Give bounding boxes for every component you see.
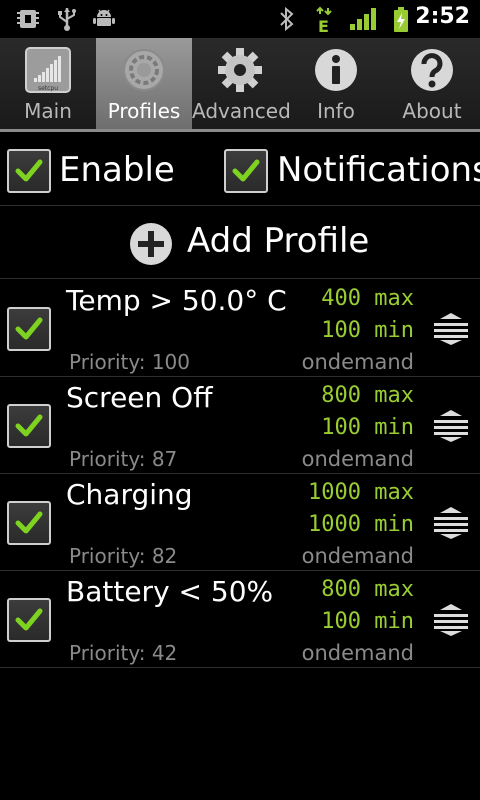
profile-checkbox[interactable] bbox=[7, 307, 51, 351]
profile-min-freq: 100 min bbox=[321, 318, 414, 343]
battery-charging-icon bbox=[394, 7, 408, 32]
check-icon bbox=[15, 159, 43, 182]
profile-priority: Priority: 100 bbox=[69, 350, 190, 374]
profile-row[interactable]: Battery < 50% Priority: 42 800 max 100 m… bbox=[0, 571, 480, 668]
tab-info[interactable]: Info bbox=[288, 38, 384, 129]
signal-icon bbox=[350, 8, 376, 30]
profile-priority: Priority: 82 bbox=[69, 544, 178, 568]
profile-governor: ondemand bbox=[301, 544, 414, 568]
notifications-checkbox[interactable] bbox=[224, 149, 268, 193]
tab-about[interactable]: About bbox=[384, 38, 480, 129]
tab-label: Profiles bbox=[107, 99, 181, 123]
gear-icon bbox=[218, 48, 262, 92]
profile-min-freq: 1000 min bbox=[308, 512, 414, 537]
profile-name: Battery < 50% bbox=[66, 575, 274, 608]
info-icon bbox=[315, 49, 357, 91]
drag-handle-icon[interactable] bbox=[432, 506, 470, 540]
check-icon bbox=[15, 608, 43, 631]
setcpu-app-icon: setcpu bbox=[25, 47, 71, 93]
profile-governor: ondemand bbox=[301, 447, 414, 471]
question-icon bbox=[411, 49, 453, 91]
profile-min-freq: 100 min bbox=[321, 609, 414, 634]
profile-governor: ondemand bbox=[301, 641, 414, 665]
android-debug-icon bbox=[93, 9, 115, 26]
tab-profiles[interactable]: Profiles bbox=[96, 38, 192, 129]
edge-data-icon: E bbox=[316, 6, 332, 34]
tab-label: Info bbox=[317, 99, 355, 123]
plus-circle-icon bbox=[130, 223, 172, 265]
profile-max-freq: 400 max bbox=[321, 286, 414, 311]
check-icon bbox=[15, 511, 43, 534]
profile-checkbox[interactable] bbox=[7, 501, 51, 545]
drag-handle-icon[interactable] bbox=[432, 312, 470, 346]
add-profile-label: Add Profile bbox=[187, 221, 370, 261]
tab-label: About bbox=[402, 99, 462, 123]
tab-label: Advanced bbox=[192, 99, 291, 123]
profile-name: Temp > 50.0° C bbox=[66, 284, 287, 317]
tab-advanced[interactable]: Advanced bbox=[192, 38, 291, 129]
svg-text:E: E bbox=[318, 17, 329, 34]
check-icon bbox=[232, 159, 260, 182]
check-icon bbox=[15, 317, 43, 340]
usb-icon bbox=[58, 8, 76, 31]
enable-checkbox[interactable] bbox=[7, 149, 51, 193]
tab-bar: setcpu Main Profiles Advanced Info About bbox=[0, 38, 480, 132]
tab-main[interactable]: setcpu Main bbox=[0, 38, 96, 129]
notifications-label[interactable]: Notifications bbox=[277, 150, 480, 190]
profile-max-freq: 800 max bbox=[321, 577, 414, 602]
profile-checkbox[interactable] bbox=[7, 598, 51, 642]
gear-disc-icon bbox=[123, 49, 165, 91]
status-time: 2:52 bbox=[415, 4, 470, 29]
drag-handle-icon[interactable] bbox=[432, 603, 470, 637]
profile-max-freq: 1000 max bbox=[308, 480, 414, 505]
toggle-row: Enable Notifications bbox=[0, 138, 480, 206]
profile-priority: Priority: 42 bbox=[69, 641, 178, 665]
profile-name: Screen Off bbox=[66, 381, 213, 414]
drag-handle-icon[interactable] bbox=[432, 409, 470, 443]
profile-row[interactable]: Charging Priority: 82 1000 max 1000 min … bbox=[0, 474, 480, 571]
add-profile-button[interactable]: Add Profile bbox=[0, 207, 480, 279]
profile-max-freq: 800 max bbox=[321, 383, 414, 408]
profile-governor: ondemand bbox=[301, 350, 414, 374]
check-icon bbox=[15, 414, 43, 437]
profile-row[interactable]: Screen Off Priority: 87 800 max 100 min … bbox=[0, 377, 480, 474]
enable-label[interactable]: Enable bbox=[59, 150, 175, 190]
svg-text:setcpu: setcpu bbox=[38, 85, 58, 92]
tab-label: Main bbox=[24, 99, 72, 123]
status-bar: E 2:52 bbox=[0, 0, 480, 38]
profile-min-freq: 100 min bbox=[321, 415, 414, 440]
profile-row[interactable]: Temp > 50.0° C Priority: 100 400 max 100… bbox=[0, 280, 480, 377]
profile-priority: Priority: 87 bbox=[69, 447, 178, 471]
profile-name: Charging bbox=[66, 478, 193, 511]
setcpu-chip-icon bbox=[17, 10, 39, 28]
bluetooth-icon bbox=[280, 6, 294, 32]
profile-checkbox[interactable] bbox=[7, 404, 51, 448]
